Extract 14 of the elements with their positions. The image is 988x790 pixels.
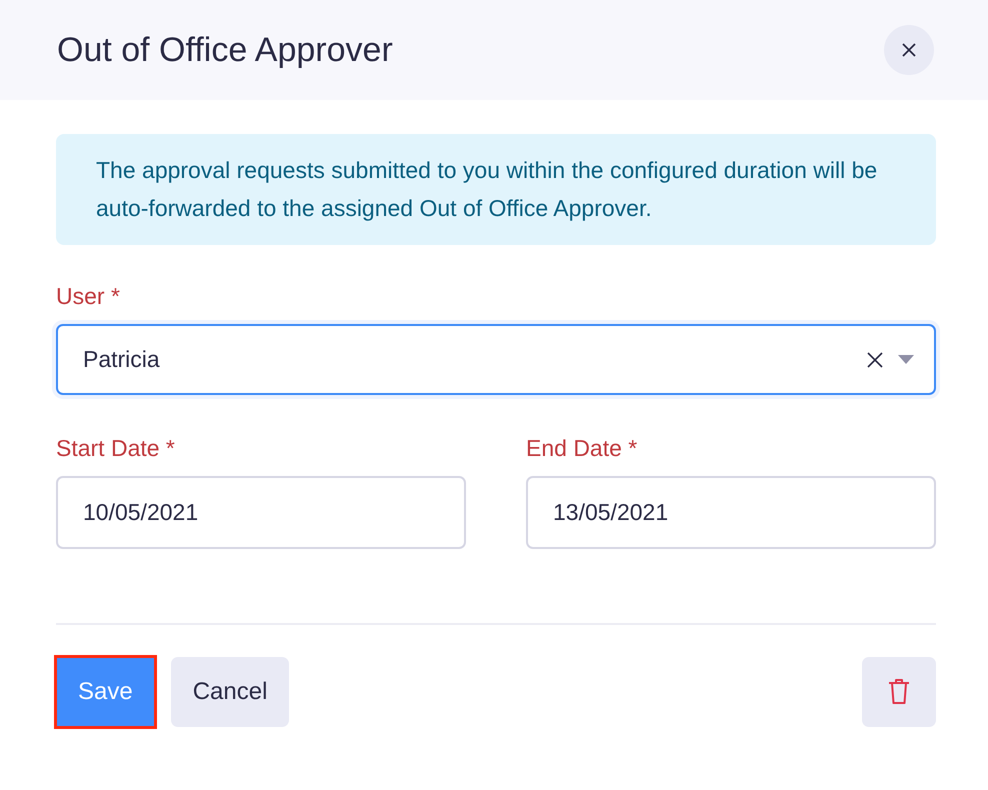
trash-icon (887, 678, 911, 706)
clear-icon[interactable] (866, 350, 884, 368)
field-label: End Date * (526, 435, 638, 462)
field-label: Start Date * (56, 435, 176, 462)
delete-button[interactable] (862, 657, 936, 727)
date-field[interactable]: 10/05/2021 (56, 476, 466, 549)
close-icon (901, 42, 917, 58)
dialog-title: Out of Office Approver (57, 30, 393, 70)
close-button[interactable] (884, 25, 934, 75)
date-field[interactable]: 13/05/2021 (526, 476, 936, 549)
cancel-button[interactable]: Cancel (170, 657, 290, 727)
info-message: The approval requests submitted to you within the configured duration will be auto-forwarded to the assigned Out of Office Approver. (56, 134, 936, 245)
dropdown-caret-icon[interactable] (898, 354, 914, 364)
field-label: User * (56, 283, 121, 310)
